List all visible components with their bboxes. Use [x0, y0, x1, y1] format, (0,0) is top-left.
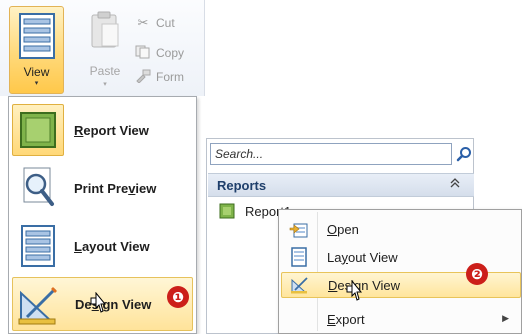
search-button[interactable] [454, 143, 474, 165]
search-input[interactable]: Search... [210, 143, 452, 165]
format-painter-label: Form [156, 70, 184, 84]
layout-view-icon [12, 220, 64, 272]
menu-item-label: Design View [75, 296, 152, 312]
context-item-export[interactable]: Export ▶ [281, 306, 521, 332]
chevron-down-icon: ▾ [103, 81, 107, 88]
design-view-icon [282, 272, 318, 298]
context-item-label: Design View [328, 277, 401, 293]
mouse-pointer-icon [90, 292, 107, 313]
view-button-label: View [23, 65, 50, 79]
clipboard-icon [91, 11, 119, 48]
copy-icon [134, 45, 152, 62]
context-item-label: Layout View [327, 249, 398, 265]
design-view-icon [13, 278, 65, 330]
print-preview-icon [12, 162, 64, 214]
context-item-label: Open [327, 221, 359, 237]
view-button[interactable]: View ▾ [9, 6, 64, 94]
format-painter-button[interactable]: Form [134, 68, 204, 86]
format-painter-icon [134, 69, 152, 86]
paste-button-label: Paste [89, 64, 121, 78]
layout-view-icon [281, 244, 317, 270]
submenu-arrow-icon: ▶ [502, 313, 509, 323]
menu-item-label: Print Preview [74, 180, 157, 196]
menu-item-label: Layout View [74, 238, 150, 254]
reports-group-header[interactable]: Reports [208, 173, 474, 197]
menu-item-label: Report View [74, 122, 149, 138]
collapse-chevron-icon[interactable] [450, 178, 460, 191]
menu-item-print-preview[interactable]: Print Preview [12, 161, 193, 215]
menu-item-layout-view[interactable]: Layout View [12, 219, 193, 273]
group-title: Reports [217, 178, 267, 193]
cut-label: Cut [156, 16, 175, 30]
chevron-down-icon: ▾ [34, 80, 39, 87]
scissors-icon: ✂ [137, 15, 149, 30]
cut-button[interactable]: ✂ Cut [134, 14, 204, 32]
step-badge-1: ❶ [167, 286, 189, 308]
context-item-label: Export [327, 311, 365, 327]
context-item-open[interactable]: Open [281, 216, 521, 242]
paste-button[interactable]: Paste ▾ [84, 6, 126, 92]
search-icon [456, 147, 471, 162]
menu-item-report-view[interactable]: Report View [12, 103, 193, 157]
ribbon: View ▾ Paste ▾ ✂ Cut Copy Form [0, 0, 205, 96]
view-grid-icon [19, 13, 55, 59]
mouse-pointer-icon [346, 280, 363, 301]
open-icon [281, 216, 317, 242]
report-view-icon [12, 104, 64, 156]
export-icon [281, 306, 317, 332]
copy-label: Copy [156, 46, 185, 60]
copy-button[interactable]: Copy [134, 44, 204, 62]
report-icon [219, 203, 235, 219]
step-badge-2: ❷ [466, 263, 488, 285]
